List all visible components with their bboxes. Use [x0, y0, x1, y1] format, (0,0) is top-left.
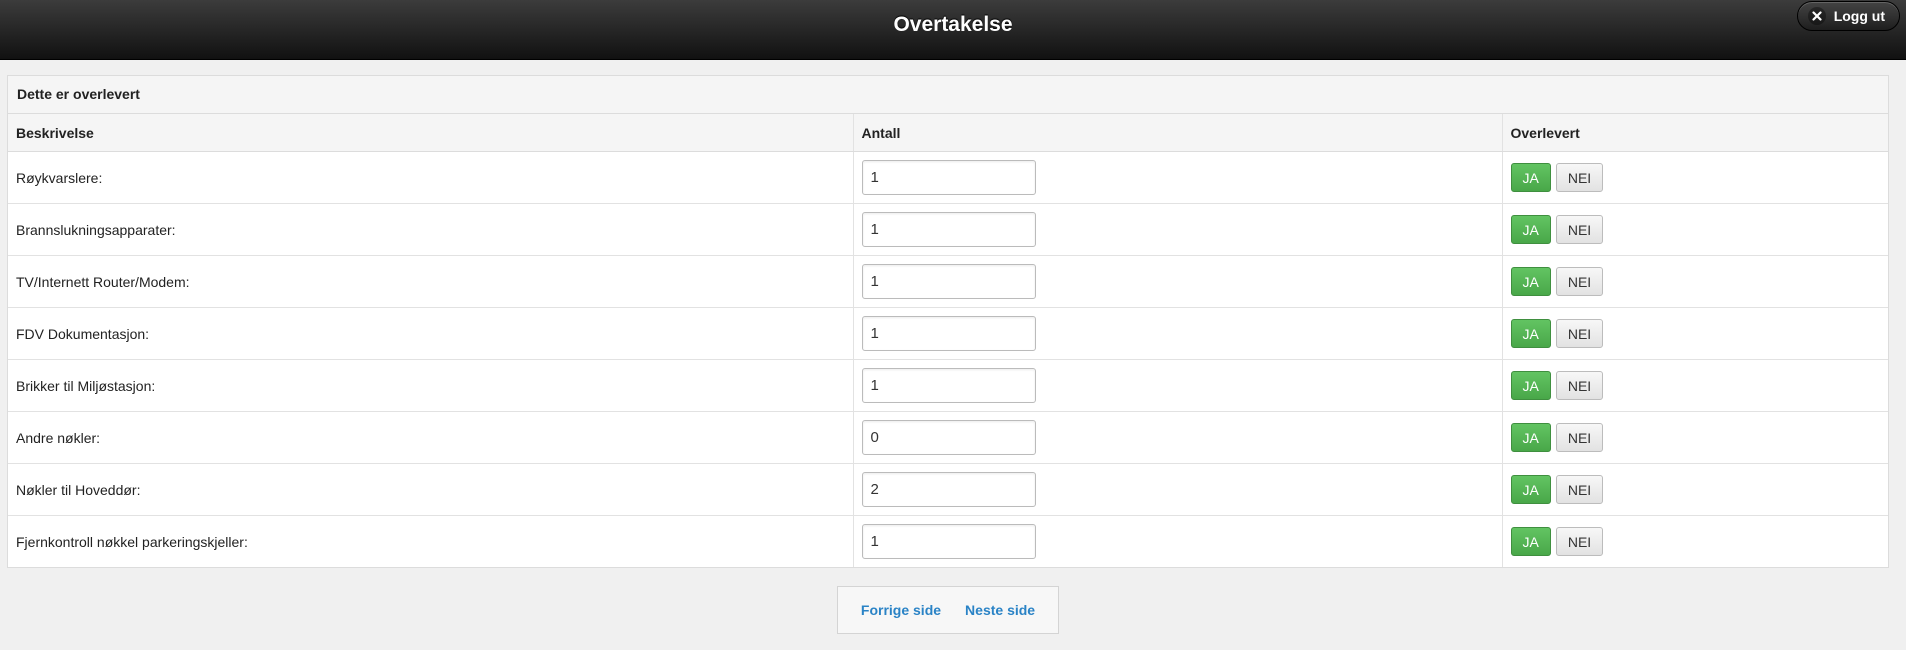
- quantity-input[interactable]: [861, 212, 1036, 247]
- table-row: Nøkler til Hoveddør: JANEI: [8, 463, 1888, 516]
- item-description: FDV Dokumentasjon:: [8, 307, 853, 360]
- table-row: Røykvarslere: JANEI: [8, 151, 1888, 204]
- no-button[interactable]: NEI: [1555, 371, 1604, 400]
- yes-button[interactable]: JA: [1510, 475, 1551, 504]
- yes-no-toggle: JA NEI: [1510, 267, 1881, 296]
- table-header-row: Beskrivelse Antall Overlevert: [8, 114, 1888, 152]
- delivered-cell: JA NEI: [1501, 463, 1888, 516]
- yes-no-toggle: JA NEI: [1510, 423, 1881, 452]
- yes-button[interactable]: JA: [1510, 371, 1551, 400]
- quantity-cell: [852, 515, 1502, 567]
- table-row: Fjernkontroll nøkkel parkeringskjeller: J…: [8, 515, 1888, 567]
- yes-no-toggle: JA NEI: [1510, 371, 1881, 400]
- quantity-cell: [852, 203, 1502, 256]
- table-row: TV/Internett Router/Modem: JANEI: [8, 255, 1888, 308]
- handover-table: Beskrivelse Antall Overlevert Røykvarsle…: [8, 114, 1888, 567]
- no-button[interactable]: NEI: [1555, 423, 1604, 452]
- quantity-input[interactable]: [861, 160, 1036, 195]
- quantity-cell: [852, 255, 1502, 308]
- column-header-description: Beskrivelse: [8, 114, 853, 152]
- no-button[interactable]: NEI: [1555, 319, 1604, 348]
- yes-no-toggle: JA NEI: [1510, 163, 1881, 192]
- yes-no-toggle: JA NEI: [1510, 475, 1881, 504]
- yes-button[interactable]: JA: [1510, 163, 1551, 192]
- quantity-cell: [852, 463, 1502, 516]
- item-description: Røykvarslere:: [8, 151, 853, 204]
- item-description: Brannslukningsapparater:: [8, 203, 853, 256]
- no-button[interactable]: NEI: [1555, 215, 1604, 244]
- item-description: Nøkler til Hoveddør:: [8, 463, 853, 516]
- delivered-cell: JA NEI: [1501, 359, 1888, 412]
- column-header-delivered: Overlevert: [1501, 114, 1888, 152]
- yes-button[interactable]: JA: [1510, 423, 1551, 452]
- quantity-input[interactable]: [861, 316, 1036, 351]
- header-bar: Overtakelse Logg ut: [0, 0, 1906, 60]
- logout-label: Logg ut: [1833, 8, 1885, 24]
- page-title: Overtakelse: [893, 13, 1013, 36]
- table-row: Brannslukningsapparater: JANEI: [8, 203, 1888, 256]
- previous-page-link[interactable]: Forrige side: [861, 602, 941, 618]
- quantity-cell: [852, 359, 1502, 412]
- yes-button[interactable]: JA: [1510, 319, 1551, 348]
- quantity-input[interactable]: [861, 420, 1036, 455]
- quantity-input[interactable]: [861, 368, 1036, 403]
- yes-no-toggle: JA NEI: [1510, 319, 1881, 348]
- delivered-cell: JA NEI: [1501, 255, 1888, 308]
- item-description: TV/Internett Router/Modem:: [8, 255, 853, 308]
- item-description: Brikker til Miljøstasjon:: [8, 359, 853, 412]
- next-page-link[interactable]: Neste side: [965, 602, 1035, 618]
- no-button[interactable]: NEI: [1555, 527, 1604, 556]
- quantity-input[interactable]: [861, 264, 1036, 299]
- delivered-cell: JA NEI: [1501, 411, 1888, 464]
- yes-button[interactable]: JA: [1510, 215, 1551, 244]
- quantity-input[interactable]: [861, 524, 1036, 559]
- pagination: Forrige side Neste side: [837, 586, 1059, 634]
- column-header-quantity: Antall: [852, 114, 1502, 152]
- yes-no-toggle: JA NEI: [1510, 527, 1881, 556]
- quantity-cell: [852, 411, 1502, 464]
- close-icon: [1807, 7, 1826, 25]
- no-button[interactable]: NEI: [1555, 475, 1604, 504]
- handover-panel: Dette er overlevert Beskrivelse Antall O…: [7, 75, 1889, 568]
- delivered-cell: JA NEI: [1501, 515, 1888, 567]
- delivered-cell: JA NEI: [1501, 307, 1888, 360]
- no-button[interactable]: NEI: [1555, 267, 1604, 296]
- item-description: Fjernkontroll nøkkel parkeringskjeller:: [8, 515, 853, 567]
- quantity-cell: [852, 151, 1502, 204]
- yes-button[interactable]: JA: [1510, 267, 1551, 296]
- logout-button[interactable]: Logg ut: [1796, 1, 1900, 31]
- table-row: FDV Dokumentasjon: JANEI: [8, 307, 1888, 360]
- quantity-cell: [852, 307, 1502, 360]
- delivered-cell: JA NEI: [1501, 151, 1888, 204]
- yes-button[interactable]: JA: [1510, 527, 1551, 556]
- table-row: Andre nøkler: JANEI: [8, 411, 1888, 464]
- panel-heading: Dette er overlevert: [8, 76, 1888, 114]
- item-description: Andre nøkler:: [8, 411, 853, 464]
- quantity-input[interactable]: [861, 472, 1036, 507]
- yes-no-toggle: JA NEI: [1510, 215, 1881, 244]
- no-button[interactable]: NEI: [1555, 163, 1604, 192]
- table-row: Brikker til Miljøstasjon: JANEI: [8, 359, 1888, 412]
- delivered-cell: JA NEI: [1501, 203, 1888, 256]
